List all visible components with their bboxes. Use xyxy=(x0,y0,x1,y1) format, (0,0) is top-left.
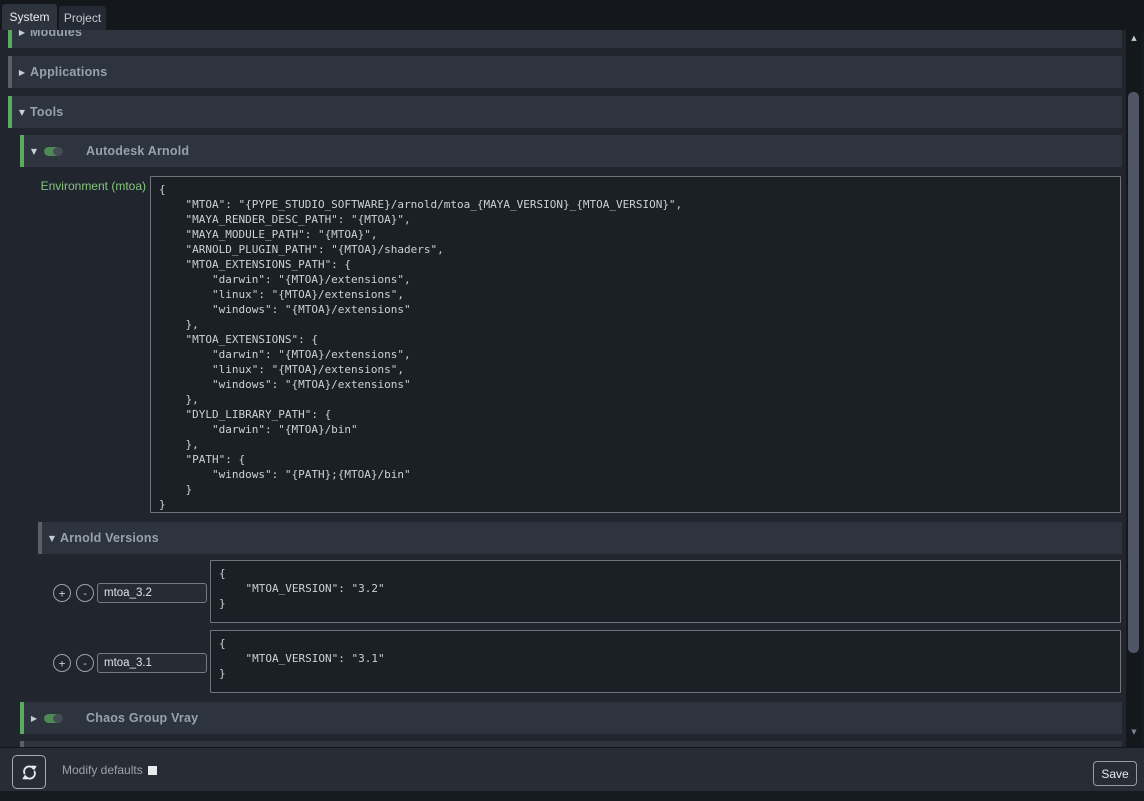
chevron-right-icon: ▶ xyxy=(12,30,30,37)
tab-project[interactable]: Project xyxy=(59,6,106,30)
tab-bar: System Project xyxy=(0,0,1144,30)
vray-enabled-toggle[interactable] xyxy=(44,714,62,723)
section-header-modules[interactable]: ▶ Modules xyxy=(8,30,1122,48)
refresh-button[interactable] xyxy=(12,755,46,789)
tab-system-label: System xyxy=(9,10,49,24)
chevron-down-icon: ▼ xyxy=(42,534,60,543)
remove-version-button[interactable]: - xyxy=(76,584,94,602)
modify-defaults-label: Modify defaults xyxy=(62,748,143,791)
footer-bar: Modify defaults Save xyxy=(0,747,1144,791)
scroll-up-button[interactable]: ▲ xyxy=(1126,34,1142,42)
environment-json-editor[interactable]: { "MTOA": "{PYPE_STUDIO_SOFTWARE}/arnold… xyxy=(150,176,1121,513)
section-header-applications[interactable]: ▶ Applications xyxy=(8,56,1122,88)
section-title-modules: Modules xyxy=(30,30,82,39)
arnold-enabled-toggle[interactable] xyxy=(44,147,62,156)
toggle-knob xyxy=(53,714,63,723)
subsection-title-autodesk-arnold: Autodesk Arnold xyxy=(86,144,189,158)
chevron-right-icon: ▶ xyxy=(24,714,42,723)
vertical-scrollbar[interactable]: ▲ ▼ xyxy=(1126,30,1142,747)
modify-defaults-checkbox[interactable] xyxy=(148,766,157,775)
subsection-header-chaos-group-vray[interactable]: ▶ Chaos Group Vray xyxy=(20,702,1122,734)
version-json-editor[interactable]: { "MTOA_VERSION": "3.2" } xyxy=(210,560,1121,623)
toggle-knob xyxy=(53,147,63,156)
section-modules-clip: ▶ Modules xyxy=(8,30,1122,48)
chevron-right-icon: ▶ xyxy=(12,68,30,77)
version-name-input[interactable] xyxy=(97,653,207,673)
subsection-header-autodesk-arnold[interactable]: ▼ Autodesk Arnold xyxy=(20,135,1122,167)
scroll-down-button[interactable]: ▼ xyxy=(1126,728,1142,736)
version-name-input[interactable] xyxy=(97,583,207,603)
section-title-tools: Tools xyxy=(30,105,63,119)
section-title-applications: Applications xyxy=(30,65,107,79)
subsection-header-arnold-versions[interactable]: ▼ Arnold Versions xyxy=(38,522,1122,554)
section-header-tools[interactable]: ▼ Tools xyxy=(8,96,1122,128)
chevron-down-icon: ▼ xyxy=(24,147,42,156)
add-version-button[interactable]: + xyxy=(53,654,71,672)
remove-version-button[interactable]: - xyxy=(76,654,94,672)
scrollbar-thumb[interactable] xyxy=(1128,92,1139,653)
subsection-title-chaos-group-vray: Chaos Group Vray xyxy=(86,711,198,725)
chevron-down-icon: ▼ xyxy=(12,108,30,117)
save-button[interactable]: Save xyxy=(1093,761,1137,786)
refresh-icon xyxy=(21,764,38,781)
settings-scroll-area: ▶ Modules ▶ Applications ▼ Tools ▼ Autod… xyxy=(0,30,1126,747)
environment-mtoa-label: Environment (mtoa) xyxy=(28,179,146,193)
add-version-button[interactable]: + xyxy=(53,584,71,602)
version-json-editor[interactable]: { "MTOA_VERSION": "3.1" } xyxy=(210,630,1121,693)
subsection-title-arnold-versions: Arnold Versions xyxy=(60,531,159,545)
tab-project-label: Project xyxy=(64,11,101,25)
settings-window: System Project ▶ Modules ▶ Applications … xyxy=(0,0,1144,801)
tab-system[interactable]: System xyxy=(2,4,57,30)
